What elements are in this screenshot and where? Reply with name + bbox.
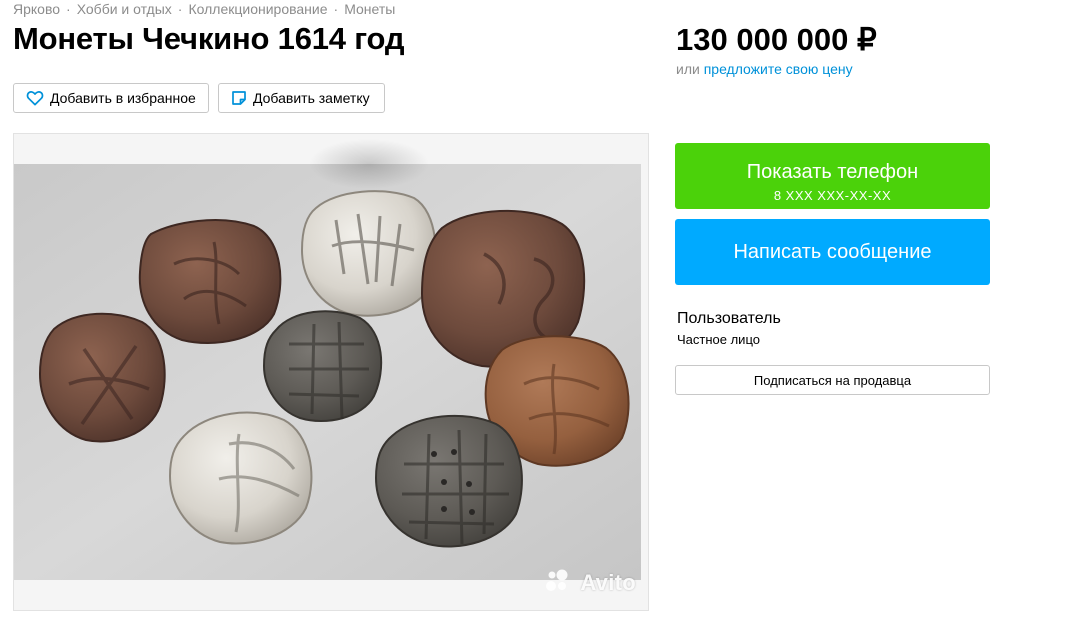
seller-type: Частное лицо bbox=[677, 332, 760, 347]
avito-watermark: Avito bbox=[580, 570, 636, 595]
breadcrumb-item-hobby[interactable]: Хобби и отдых bbox=[77, 1, 172, 17]
add-to-favorites-label: Добавить в избранное bbox=[50, 90, 196, 106]
add-note-button[interactable]: Добавить заметку bbox=[218, 83, 385, 113]
subscribe-seller-button[interactable]: Подписаться на продавца bbox=[675, 365, 990, 395]
suggest-price-link[interactable]: предложите свою цену bbox=[704, 61, 853, 77]
seller-name[interactable]: Пользователь bbox=[677, 310, 781, 328]
note-icon bbox=[231, 90, 247, 106]
add-to-favorites-button[interactable]: Добавить в избранное bbox=[13, 83, 209, 113]
coin-1 bbox=[138, 219, 282, 344]
breadcrumb-item-city[interactable]: Ярково bbox=[13, 1, 60, 17]
avito-logo-icon bbox=[545, 568, 571, 594]
coin-2 bbox=[38, 312, 166, 443]
listing-photo[interactable]: Avito bbox=[13, 133, 649, 611]
breadcrumb-item-coins[interactable]: Монеты bbox=[344, 1, 395, 17]
show-phone-button[interactable]: Показать телефон 8 XXX XXX-XX-XX bbox=[675, 143, 990, 209]
breadcrumb: Ярково · Хобби и отдых · Коллекционирование ·… bbox=[13, 1, 395, 17]
write-message-button[interactable]: Написать сообщение bbox=[675, 219, 990, 285]
masked-phone-number: 8 XXX XXX-XX-XX bbox=[773, 188, 892, 203]
show-phone-label: Показать телефон bbox=[746, 161, 919, 183]
coin-8 bbox=[374, 414, 523, 548]
price-offer-prefix: или bbox=[676, 61, 700, 77]
breadcrumb-separator: · bbox=[333, 1, 339, 17]
listing-title: Монеты Чечкино 1614 год bbox=[13, 21, 405, 56]
breadcrumb-separator: · bbox=[177, 1, 183, 17]
coins-image bbox=[14, 134, 648, 610]
breadcrumb-separator: · bbox=[66, 1, 71, 17]
add-note-label: Добавить заметку bbox=[253, 90, 370, 106]
coin-3 bbox=[300, 190, 437, 317]
price-offer: или предложите свою цену bbox=[676, 61, 853, 77]
heart-icon bbox=[26, 90, 44, 106]
coin-7 bbox=[168, 411, 313, 545]
coin-4 bbox=[262, 310, 383, 422]
listing-price: 130 000 000 ₽ bbox=[676, 22, 877, 57]
breadcrumb-item-collecting[interactable]: Коллекционирование bbox=[188, 1, 327, 17]
